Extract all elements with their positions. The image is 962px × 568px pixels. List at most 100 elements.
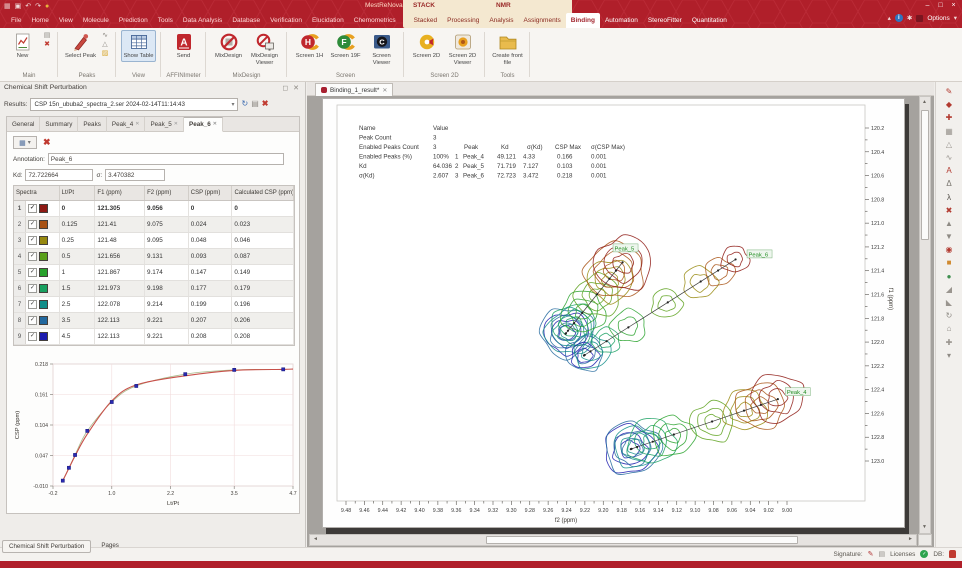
table-row[interactable]: 7✓2.5122.0789.2140.1990.196 — [14, 297, 294, 313]
horizontal-scroll-thumb[interactable] — [486, 536, 798, 544]
grid-view-icon[interactable]: ▦ — [945, 125, 953, 138]
results-combobox[interactable]: CSP 15n_ububa2_spectra_2.ser 2024-02-14T… — [30, 98, 238, 111]
tab-peak_6[interactable]: Peak_6✕ — [184, 117, 223, 132]
signature-pen-icon[interactable]: ✎ — [868, 550, 874, 558]
ribbon-button-mixdesign-viewer[interactable]: MixDesign Viewer — [247, 30, 282, 68]
report-icon[interactable]: ▤ — [251, 98, 259, 110]
save-icon[interactable]: ▣ — [15, 1, 22, 12]
minimize-icon[interactable]: – — [922, 0, 933, 11]
options-menu[interactable]: Options — [927, 15, 949, 22]
horizontal-scrollbar[interactable]: ◄ ► — [309, 534, 917, 546]
enabled-checkbox[interactable]: ✓ — [28, 284, 37, 293]
open-peaks-folder-icon[interactable]: ▨ — [102, 50, 109, 58]
column-header[interactable]: Calculated CSP (ppm) — [232, 186, 294, 200]
lambda-tool-icon[interactable]: λ — [947, 191, 951, 204]
enabled-checkbox[interactable]: ✓ — [28, 252, 37, 261]
molecule-icon[interactable]: ● — [947, 270, 952, 283]
scroll-right-icon[interactable]: ► — [905, 534, 916, 545]
menu-tab-stacked[interactable]: Stacked — [409, 13, 443, 28]
palette-icon[interactable]: ■ — [947, 256, 952, 269]
ribbon-button-create-front-file[interactable]: Create front file — [490, 30, 525, 68]
vertical-scroll-thumb[interactable] — [921, 110, 929, 240]
record-icon[interactable]: ● — [45, 1, 49, 12]
close-document-icon[interactable]: ✕ — [382, 87, 387, 94]
tab-general[interactable]: General — [7, 117, 40, 132]
menu-tab-elucidation[interactable]: Elucidation — [307, 13, 349, 28]
license-ok-icon[interactable]: ✓ — [920, 550, 928, 558]
tab-summary[interactable]: Summary — [40, 117, 78, 132]
refresh-tool-icon[interactable]: ↻ — [946, 309, 953, 322]
vertical-scrollbar[interactable]: ▲ ▼ — [919, 96, 931, 534]
menu-tab-stereofitter[interactable]: StereoFitter — [643, 13, 687, 28]
close-icon[interactable]: × — [948, 0, 959, 11]
ribbon-button-screen-19f[interactable]: FScreen 19F — [328, 30, 363, 62]
refresh-results-icon[interactable]: ↻ — [241, 98, 248, 110]
delete-results-icon[interactable]: ✖ — [262, 98, 269, 110]
sigma-input[interactable]: 3.470382 — [105, 169, 165, 181]
license-status-icon[interactable] — [916, 15, 923, 22]
ribbon-button-screen-2d[interactable]: Screen 2D — [409, 30, 444, 62]
table-row[interactable]: 6✓1.5121.9739.1980.1770.179 — [14, 281, 294, 297]
ribbon-button-screen-1h[interactable]: HScreen 1H — [292, 30, 327, 62]
ribbon-button-send[interactable]: ASend — [166, 30, 201, 62]
annotation-input[interactable]: Peak_6 — [48, 153, 284, 165]
scroll-left-icon[interactable]: ◄ — [310, 534, 321, 545]
scroll-up-icon[interactable]: ▲ — [919, 97, 930, 108]
column-header[interactable]: Lt/Pt — [60, 186, 96, 200]
document-tab[interactable]: Binding_1_result* ✕ — [315, 83, 393, 96]
table-row[interactable]: 3✓0.25121.489.0950.0480.046 — [14, 233, 294, 249]
table-row[interactable]: 9✓4.5122.1139.2210.2080.208 — [14, 329, 294, 345]
ribbon-button-select-peak[interactable]: Select Peak — [63, 30, 98, 62]
db-connection-icon[interactable] — [949, 550, 956, 558]
enabled-checkbox[interactable]: ✓ — [28, 220, 37, 229]
column-header[interactable]: F2 (ppm) — [145, 186, 189, 200]
annotate-pencil-icon[interactable]: ✎ — [946, 85, 953, 98]
move-down-icon[interactable]: ▼ — [945, 230, 953, 243]
blank-page-icon[interactable]: ▤ — [44, 32, 51, 40]
delete-tool-icon[interactable]: ✖ — [946, 204, 953, 217]
table-row[interactable]: 2✓0.125121.419.0750.0240.023 — [14, 217, 294, 233]
home-tool-icon[interactable]: ⌂ — [947, 322, 952, 335]
more-tools-icon[interactable]: ▾ — [947, 349, 951, 362]
redo-icon[interactable]: ↷ — [35, 1, 41, 12]
text-tool-icon[interactable]: A — [946, 164, 951, 177]
target-icon[interactable]: ◉ — [946, 243, 953, 256]
ribbon-button-screen-2d-viewer[interactable]: Screen 2D Viewer — [445, 30, 480, 68]
collapse-ribbon-icon[interactable]: ▴ — [888, 14, 891, 22]
column-header[interactable]: CSP (ppm) — [189, 186, 233, 200]
menu-tab-verification[interactable]: Verification — [265, 13, 307, 28]
triangle-tool-icon[interactable]: △ — [946, 138, 952, 151]
corner-down-icon[interactable]: ◢ — [946, 283, 952, 296]
close-panel-icon[interactable]: ✕ — [293, 84, 299, 92]
menu-tab-processing[interactable]: Processing — [442, 13, 484, 28]
corner-up-icon[interactable]: ◣ — [946, 296, 952, 309]
delete-result-icon[interactable]: ✖ — [44, 41, 50, 49]
menu-tab-automation[interactable]: Automation — [600, 13, 643, 28]
table-export-button[interactable]: ▦▾ — [13, 136, 37, 149]
menu-tab-database[interactable]: Database — [227, 13, 265, 28]
tab-peaks[interactable]: Peaks — [78, 117, 107, 132]
menu-tab-analysis[interactable]: Analysis — [484, 13, 518, 28]
menu-tab-binding[interactable]: Binding — [566, 13, 600, 28]
enabled-checkbox[interactable]: ✓ — [28, 316, 37, 325]
close-tab-icon[interactable]: ✕ — [174, 117, 178, 132]
column-header[interactable]: Spectra — [14, 186, 60, 200]
menu-tab-quantitation[interactable]: Quantitation — [687, 13, 732, 28]
enabled-checkbox[interactable]: ✓ — [28, 300, 37, 309]
delete-peak-button[interactable]: ✖ — [43, 137, 51, 148]
menu-tab-assignments[interactable]: Assignments — [519, 13, 566, 28]
tab-peak_4[interactable]: Peak_4✕ — [107, 117, 146, 132]
edit-peak-icon[interactable]: △ — [102, 41, 107, 49]
chevron-down-icon[interactable]: ▾ — [954, 14, 957, 22]
move-up-icon[interactable]: ▲ — [945, 217, 953, 230]
column-header[interactable]: F1 (ppm) — [95, 186, 145, 200]
table-row[interactable]: 4✓0.5121.6569.1310.0930.087 — [14, 249, 294, 265]
close-tab-icon[interactable]: ✕ — [213, 117, 217, 132]
menu-icon[interactable]: ▦ — [4, 1, 11, 12]
page-tab-chemical-shift-perturbation[interactable]: Chemical Shift Perturbation — [2, 540, 91, 553]
menu-tab-file[interactable]: File — [6, 13, 26, 28]
delta-tool-icon[interactable]: Δ — [946, 177, 951, 190]
menu-tab-data-analysis[interactable]: Data Analysis — [178, 13, 227, 28]
ribbon-button-screen-viewer[interactable]: CScreen Viewer — [364, 30, 399, 68]
undo-icon[interactable]: ↶ — [25, 1, 31, 12]
